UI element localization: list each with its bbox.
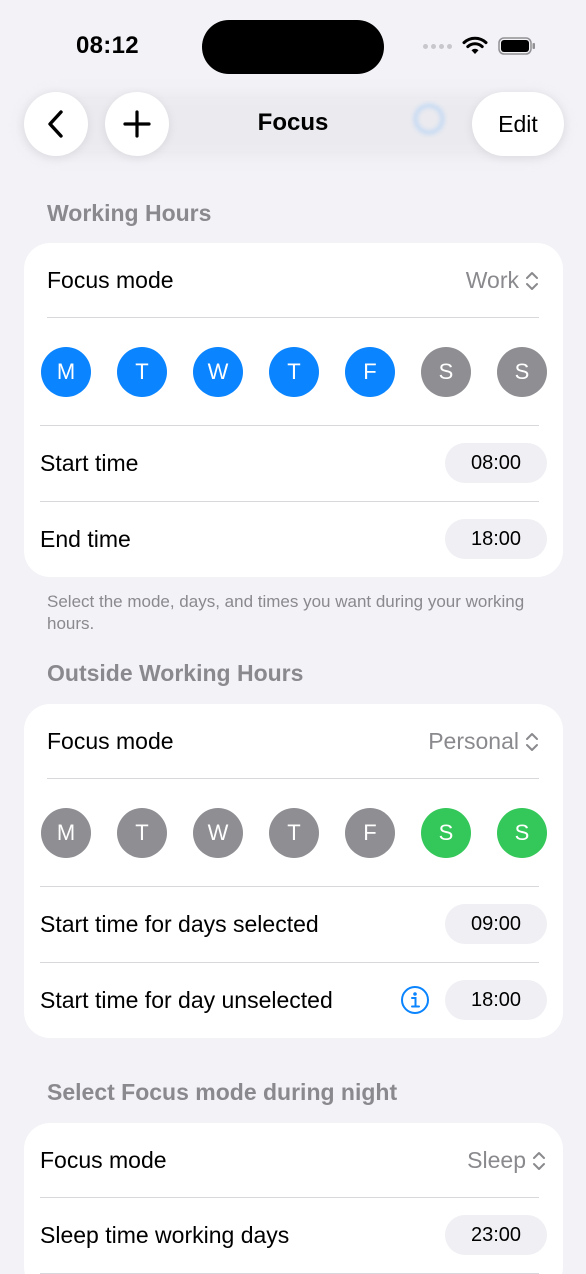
- day-toggle-monday[interactable]: M: [41, 347, 91, 397]
- cellular-signal-icon: [423, 43, 452, 49]
- day-toggle-sunday[interactable]: S: [497, 347, 547, 397]
- day-toggle-saturday[interactable]: S: [421, 808, 471, 858]
- working-start-time-picker[interactable]: 08:00: [445, 443, 547, 483]
- working-focus-mode-picker[interactable]: Work: [466, 267, 539, 294]
- start-time-selected-row: Start time for days selected 09:00: [24, 886, 563, 962]
- sleep-time-picker[interactable]: 23:00: [445, 1215, 547, 1255]
- day-toggle-thursday[interactable]: T: [269, 347, 319, 397]
- outside-focus-mode-label: Focus mode: [47, 727, 174, 754]
- divider: [47, 778, 539, 779]
- day-toggle-monday[interactable]: M: [41, 808, 91, 858]
- day-toggle-wednesday[interactable]: W: [193, 347, 243, 397]
- outside-hours-card: Focus mode Personal M T W T F S S Start …: [24, 704, 563, 1038]
- working-end-time-row: End time 18:00: [24, 501, 563, 577]
- day-toggle-friday[interactable]: F: [345, 347, 395, 397]
- dynamic-island: [202, 20, 384, 74]
- day-toggle-tuesday[interactable]: T: [117, 347, 167, 397]
- outside-focus-mode-value: Personal: [428, 728, 519, 754]
- start-time-unselected-picker[interactable]: 18:00: [445, 980, 547, 1020]
- working-hours-header: Working Hours: [47, 200, 212, 226]
- outside-hours-header: Outside Working Hours: [47, 660, 304, 686]
- day-toggle-wednesday[interactable]: W: [193, 808, 243, 858]
- status-time: 08:12: [76, 32, 139, 59]
- start-time-selected-picker[interactable]: 09:00: [445, 904, 547, 944]
- edit-button[interactable]: Edit: [472, 92, 564, 156]
- focus-settings-screen: 08:12 Focus Edit Working Hours Focus mod…: [0, 0, 586, 1274]
- night-focus-mode-label: Focus mode: [40, 1146, 167, 1173]
- working-start-time-label: Start time: [40, 449, 139, 476]
- start-time-unselected-row: Start time for day unselected 18:00: [24, 962, 563, 1038]
- working-days-selector: M T W T F S S: [41, 347, 547, 397]
- night-focus-mode-value: Sleep: [467, 1147, 526, 1173]
- sleep-time-label: Sleep time working days: [40, 1221, 290, 1248]
- working-end-time-label: End time: [40, 525, 131, 552]
- working-hours-card: Focus mode Work M T W T F S S Start time…: [24, 243, 563, 577]
- battery-icon: [498, 37, 535, 55]
- night-header: Select Focus mode during night: [47, 1079, 398, 1105]
- working-focus-mode-label: Focus mode: [47, 266, 174, 293]
- sleep-time-row: Sleep time working days 23:00: [24, 1197, 563, 1273]
- day-toggle-friday[interactable]: F: [345, 808, 395, 858]
- working-end-time-picker[interactable]: 18:00: [445, 519, 547, 559]
- working-hours-footnote: Select the mode, days, and times you wan…: [47, 592, 525, 633]
- night-card: Focus mode Sleep Sleep time working days…: [24, 1123, 563, 1274]
- day-toggle-thursday[interactable]: T: [269, 808, 319, 858]
- chevron-up-down-icon: [526, 271, 538, 290]
- day-toggle-saturday[interactable]: S: [421, 347, 471, 397]
- working-start-time-row: Start time 08:00: [24, 425, 563, 501]
- info-icon[interactable]: [400, 985, 430, 1015]
- start-time-unselected-label: Start time for day unselected: [40, 986, 333, 1013]
- divider: [47, 317, 539, 318]
- chevron-up-down-icon: [533, 1151, 545, 1170]
- status-icons: [423, 36, 536, 56]
- night-focus-mode-picker[interactable]: Sleep: [467, 1147, 546, 1174]
- outside-days-selector: M T W T F S S: [41, 808, 547, 858]
- working-focus-mode-value: Work: [465, 267, 519, 293]
- start-time-selected-label: Start time for days selected: [40, 910, 319, 937]
- wifi-icon: [462, 36, 488, 54]
- day-toggle-sunday[interactable]: S: [497, 808, 547, 858]
- chevron-up-down-icon: [526, 732, 538, 751]
- day-toggle-tuesday[interactable]: T: [117, 808, 167, 858]
- outside-focus-mode-picker[interactable]: Personal: [428, 728, 539, 755]
